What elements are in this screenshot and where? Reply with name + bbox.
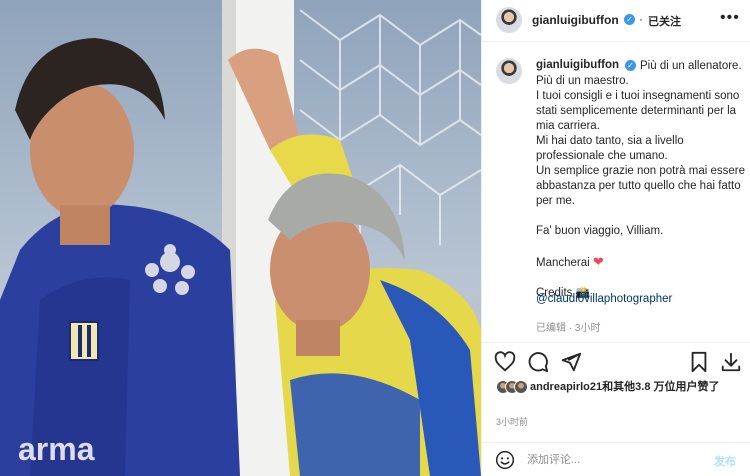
caption-text: Più di un allenatore. Più di un maestro.… bbox=[536, 59, 746, 301]
photographer-link[interactable]: @claudiovillaphotographer bbox=[536, 293, 672, 305]
caption-age: 3小时 bbox=[574, 323, 601, 334]
comment-input[interactable] bbox=[527, 451, 697, 469]
post-photo[interactable]: arma bbox=[0, 0, 481, 476]
emoji-icon[interactable] bbox=[495, 450, 515, 470]
post-detail-panel: gianluigibuffon ✓ · 已关注 ••• gianluigibuf… bbox=[481, 0, 750, 476]
author-username[interactable]: gianluigibuffon bbox=[532, 13, 619, 27]
post-header: gianluigibuffon ✓ · 已关注 ••• bbox=[482, 0, 750, 42]
comment-icon[interactable] bbox=[527, 351, 549, 373]
meta-separator: · bbox=[568, 323, 573, 334]
header-separator: · bbox=[639, 12, 643, 26]
likes-section: andreapirlo21和其他3.8 万位用户赞了 bbox=[496, 378, 746, 414]
download-icon[interactable] bbox=[720, 351, 742, 373]
heart-outline-icon[interactable] bbox=[494, 351, 516, 373]
likes-count[interactable]: andreapirlo21和其他3.8 万位用户赞了 bbox=[530, 380, 736, 394]
caption-avatar[interactable] bbox=[496, 58, 522, 84]
author-avatar[interactable] bbox=[496, 7, 522, 33]
action-bar bbox=[482, 342, 750, 378]
bookmark-icon[interactable] bbox=[688, 351, 710, 373]
follow-status-button[interactable]: 已关注 bbox=[648, 13, 681, 29]
more-options-icon[interactable]: ••• bbox=[720, 9, 740, 27]
edited-label: 已编辑 bbox=[536, 323, 566, 334]
post-comment-button[interactable]: 发布 bbox=[714, 453, 736, 469]
send-icon[interactable] bbox=[560, 351, 582, 373]
post-timestamp[interactable]: 3小时前 bbox=[496, 415, 528, 428]
caption-body: Più di un allenatore. Più di un maestro.… bbox=[536, 60, 746, 269]
photo-illustration: arma bbox=[0, 0, 481, 476]
verified-badge-icon: ✓ bbox=[624, 14, 635, 25]
liker-avatars[interactable] bbox=[496, 380, 528, 396]
red-heart-emoji: ❤ bbox=[592, 254, 604, 269]
caption-section: gianluigibuffon ✓ Più di un allenatore. … bbox=[482, 42, 750, 342]
caption-meta: 已编辑 · 3小时 bbox=[536, 319, 600, 334]
svg-text:arma: arma bbox=[18, 431, 95, 467]
comment-bar: 发布 bbox=[482, 442, 750, 476]
